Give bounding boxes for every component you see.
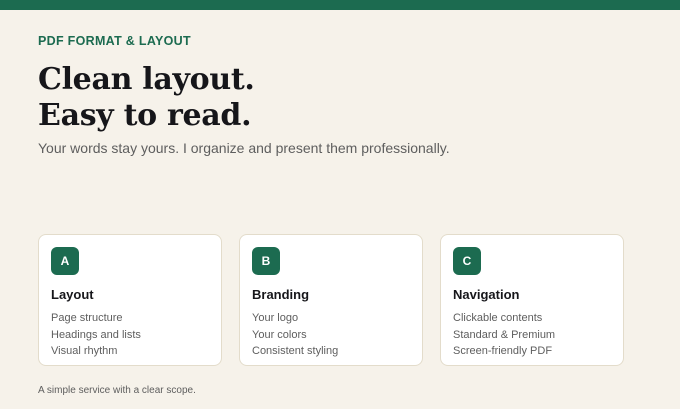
page-subtitle: Your words stay yours. I organize and pr… <box>38 140 450 156</box>
headline-line-1: Clean layout. <box>38 62 255 97</box>
list-item: Page structure <box>51 312 123 324</box>
top-accent-bar <box>0 0 680 10</box>
list-item: Visual rhythm <box>51 345 118 357</box>
page-title: Clean layout. Easy to read. <box>38 62 255 134</box>
card-feature-list: Clickable contents Standard & Premium Sc… <box>453 310 555 360</box>
feature-card-branding: B Branding Your logo Your colors Consist… <box>239 234 423 366</box>
list-item: Clickable contents <box>453 312 543 324</box>
card-badge: A <box>51 247 79 275</box>
list-item: Screen-friendly PDF <box>453 345 553 357</box>
section-eyebrow: PDF FORMAT & LAYOUT <box>38 34 191 48</box>
list-item: Your colors <box>252 328 307 341</box>
footer-note: A simple service with a clear scope. <box>38 385 196 396</box>
card-feature-list: Your logo Your colors Consistent styling <box>252 310 338 360</box>
list-item: Standard & Premium <box>453 328 556 341</box>
list-item: Consistent styling <box>252 345 339 357</box>
card-badge: C <box>453 247 481 275</box>
card-badge: B <box>252 247 280 275</box>
headline-line-2: Easy to read. <box>38 98 252 133</box>
feature-card-navigation: C Navigation Clickable contents Standard… <box>440 234 624 366</box>
card-title: Branding <box>252 287 310 302</box>
feature-card-layout: A Layout Page structure Headings and lis… <box>38 234 222 366</box>
list-item: Headings and lists <box>51 328 141 341</box>
card-feature-list: Page structure Headings and lists Visual… <box>51 310 141 360</box>
list-item: Your logo <box>252 312 299 324</box>
card-title: Layout <box>51 287 94 302</box>
card-title: Navigation <box>453 287 520 302</box>
